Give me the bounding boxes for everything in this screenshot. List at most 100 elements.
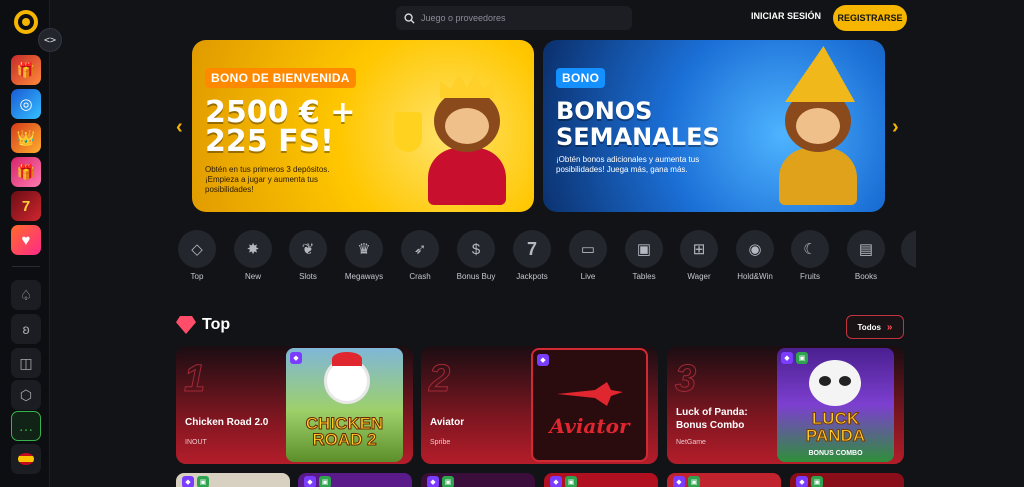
new-badge-icon: ✸ xyxy=(234,230,272,268)
category-label: Hold&Win xyxy=(737,272,773,281)
gift-box-icon[interactable]: 🎁 xyxy=(11,157,41,187)
banner-prev-chevron-icon[interactable]: ‹ xyxy=(176,116,183,139)
category-tables[interactable]: ▣ Tables xyxy=(623,230,665,281)
spain-flag-icon[interactable] xyxy=(11,444,41,474)
game-provider: INOUT xyxy=(185,439,207,446)
trophy-icon xyxy=(394,112,422,152)
game-provider: NetGame xyxy=(676,439,706,446)
game-card-peek[interactable]: ◆ ▣ xyxy=(544,473,658,487)
diamond-badge-icon: ◆ xyxy=(796,476,808,487)
game-card[interactable]: 3 Luck of Panda: Bonus Combo NetGame ◆ ▣… xyxy=(667,346,904,464)
banner-title: BONOS SEMANALES xyxy=(556,98,720,150)
category-bar: ◇ Top ✸ New ❦ Slots ♛ Megaways ➶ Crash $ Bonus… xyxy=(176,230,916,282)
mascot-body xyxy=(428,148,506,205)
category-books[interactable]: ▤ Books xyxy=(845,230,887,281)
gem-icon xyxy=(176,316,196,334)
live-icon[interactable]: ◫ xyxy=(11,348,41,378)
game-card[interactable]: 1 Chicken Road 2.0 INOUT ◆ CHICKEN ROAD … xyxy=(176,346,413,464)
cherries-icon: ❦ xyxy=(289,230,327,268)
category-hold-and-win[interactable]: ◉ Hold&Win xyxy=(734,230,776,281)
seven-icon: 7 xyxy=(513,230,551,268)
game-card-peek[interactable]: ◆ ▣ xyxy=(790,473,904,487)
category-live[interactable]: ▭ Live xyxy=(567,230,609,281)
cherries-icon[interactable]: ʚ xyxy=(11,314,41,344)
category-label: Bonus Buy xyxy=(456,272,496,281)
panda-eye-left xyxy=(819,376,831,386)
game-thumbnail[interactable]: ◆ CHICKEN ROAD 2 xyxy=(286,348,403,462)
view-all-label: Todos xyxy=(857,322,881,332)
category-fruits[interactable]: ☾ Fruits xyxy=(789,230,831,281)
category-crash[interactable]: ➶ Crash xyxy=(399,230,441,281)
spade-icon[interactable]: ♤ xyxy=(11,280,41,310)
category-wager[interactable]: ⊞ Wager xyxy=(678,230,720,281)
weekly-bonus-banner[interactable]: BONO BONOS SEMANALES ¡Obtén bonos adicio… xyxy=(543,40,885,212)
rank-number: 2 xyxy=(428,358,451,401)
game-card-peek[interactable]: ◆ ▣ xyxy=(176,473,290,487)
login-button[interactable]: INICIAR SESIÓN xyxy=(751,11,821,21)
mascot-face xyxy=(796,108,840,144)
crown-icon xyxy=(440,74,494,98)
diamond-badge-icon: ◆ xyxy=(182,476,194,487)
rocket-icon: ➶ xyxy=(401,230,439,268)
game-thumbnail[interactable]: ◆ ▣ LUCK PANDA BONUS COMBO xyxy=(777,348,894,462)
category-label: Jackpots xyxy=(516,272,548,281)
gift-badge-icon: ▣ xyxy=(811,476,823,487)
game-card-peek[interactable]: ◆ ▣ xyxy=(298,473,412,487)
sevens-icon[interactable]: 7 xyxy=(11,191,41,221)
wheel-icon[interactable]: ◎ xyxy=(11,89,41,119)
game-name: Aviator xyxy=(430,417,465,428)
cards-icon: ▣ xyxy=(625,230,663,268)
game-provider: Spribe xyxy=(430,439,451,446)
diamond-badge-icon: ◆ xyxy=(537,354,549,366)
sidebar-toggle-button[interactable]: <> xyxy=(38,28,62,52)
game-card-peek[interactable]: ◆ ▣ xyxy=(667,473,781,487)
game-thumbnail[interactable]: ◆ Aviator xyxy=(531,348,648,462)
coins-icon: ◉ xyxy=(736,230,774,268)
section-title-top: Top xyxy=(176,316,230,334)
register-button[interactable]: REGISTRARSE xyxy=(833,5,907,31)
banner-next-chevron-icon[interactable]: › xyxy=(892,116,899,139)
welcome-bonus-banner[interactable]: BONO DE BIENVENIDA 2500 € + 225 FS! Obté… xyxy=(192,40,534,212)
category-slots[interactable]: ❦ Slots xyxy=(287,230,329,281)
gift-badge-icon: ▣ xyxy=(688,476,700,487)
search-input[interactable] xyxy=(421,13,611,23)
game-card[interactable]: 2 Aviator Spribe ◆ Aviator xyxy=(421,346,658,464)
gift-badge-icon: ▣ xyxy=(796,352,808,364)
book-icon: ▤ xyxy=(847,230,885,268)
dice-icon[interactable]: ⬡ xyxy=(11,380,41,410)
category-label: Crash xyxy=(409,272,431,281)
game-card-peek[interactable]: ◆ ▣ xyxy=(421,473,535,487)
game-name: Luck of Panda: Bonus Combo xyxy=(676,407,748,431)
plane-icon xyxy=(557,382,623,406)
heart-icon[interactable]: ♥ xyxy=(11,225,41,255)
diamond-badge-icon: ◆ xyxy=(673,476,685,487)
sidebar: 🎁 ◎ 👑 🎁 7 ♥ ♤ ʚ ◫ ⬡ … xyxy=(0,0,50,487)
category-top[interactable]: ◇ Top xyxy=(176,230,218,281)
category-bonus-buy[interactable]: $ Bonus Buy xyxy=(455,230,497,281)
category-label: Megaways xyxy=(344,272,384,281)
crown-fire-icon[interactable]: 👑 xyxy=(11,123,41,153)
gift-badge-icon: ▣ xyxy=(442,476,454,487)
category-label: Live xyxy=(580,272,596,281)
live-icon: ▭ xyxy=(569,230,607,268)
sidebar-divider xyxy=(12,266,40,267)
diamond-badge-icon: ◆ xyxy=(781,352,793,364)
chicken-comb xyxy=(332,352,362,366)
category-label: Top xyxy=(190,272,204,281)
search-icon xyxy=(404,12,415,24)
banner-subtitle: Obtén en tus primeros 3 depósitos. ¡Empi… xyxy=(205,165,330,194)
search-bar[interactable] xyxy=(396,6,632,30)
category-jackpots[interactable]: 7 Jackpots xyxy=(511,230,553,281)
rank-number: 1 xyxy=(183,358,206,401)
diamond-badge-icon: ◆ xyxy=(427,476,439,487)
category-new[interactable]: ✸ New xyxy=(232,230,274,281)
category-megaways[interactable]: ♛ Megaways xyxy=(343,230,385,281)
brand-logo-icon[interactable] xyxy=(14,10,38,34)
chat-icon[interactable]: … xyxy=(11,411,41,441)
promo-gift-icon[interactable]: 🎁 xyxy=(11,55,41,85)
category-partial[interactable] xyxy=(901,230,916,268)
money-bag-icon: $ xyxy=(457,230,495,268)
view-all-button[interactable]: Todos » xyxy=(846,315,904,339)
panda-illustration xyxy=(809,360,861,406)
game-logo-text: Aviator xyxy=(549,414,630,438)
